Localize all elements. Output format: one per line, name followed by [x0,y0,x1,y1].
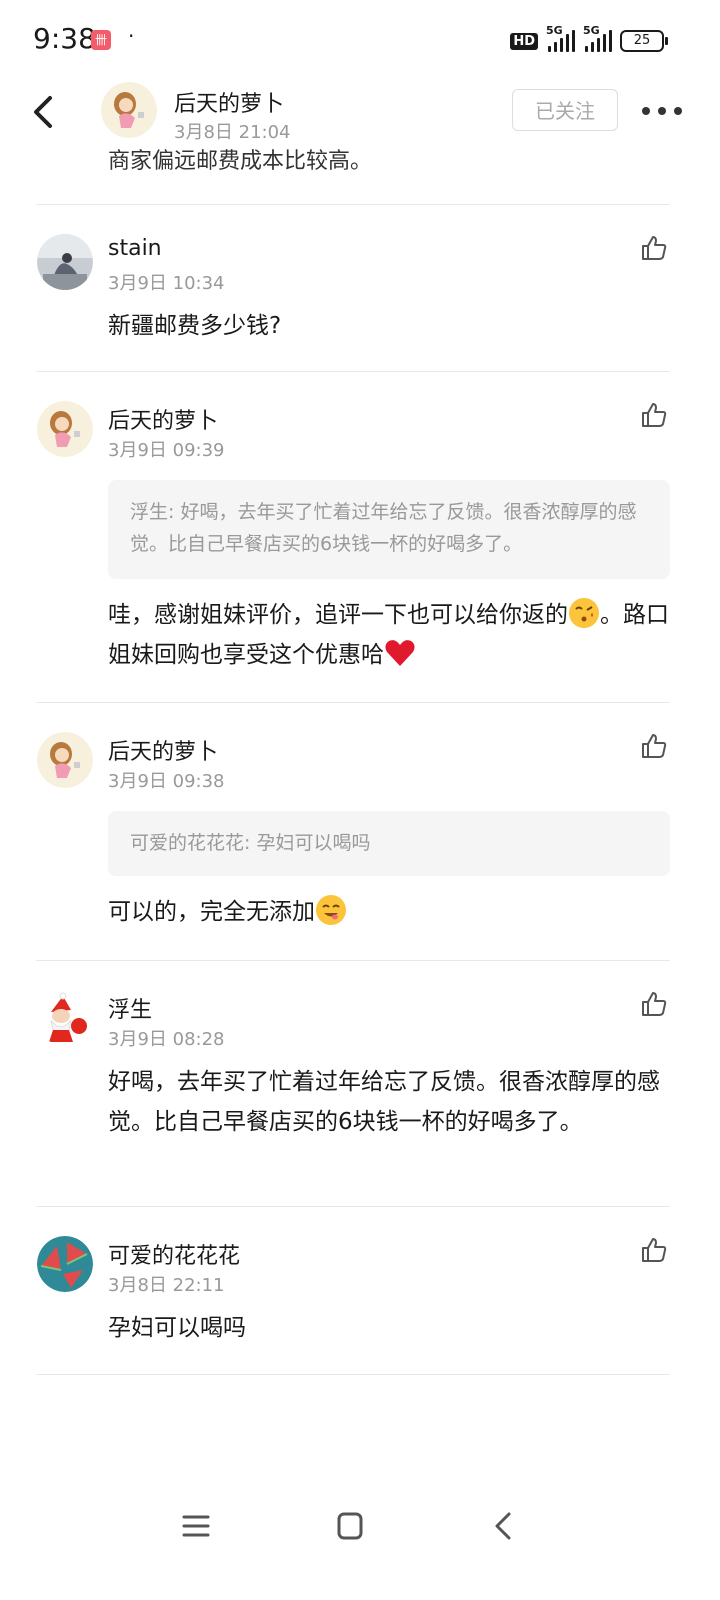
commenter-name[interactable]: 后天的萝卜 [108,734,218,766]
comment-text: 新疆邮费多少钱? [108,313,282,339]
commenter-name[interactable]: stain [108,236,162,261]
author-name[interactable]: 后天的萝卜 [174,86,284,118]
comment-time: 3月9日 09:38 [108,771,225,792]
quoted-reply: 浮生: 好喝，去年买了忙着过年给忘了反馈。很香浓醇厚的感觉。比自己早餐店买的6块… [108,480,670,579]
divider [36,204,670,205]
comment-time: 3月9日 08:28 [108,1029,225,1050]
signal-sim1-icon: 5G [546,24,575,52]
commenter-avatar[interactable] [37,1236,93,1292]
back-chevron-icon [495,1512,511,1540]
notification-app-icon: 卌 [91,30,111,50]
sim2-network-label: 5G [583,24,600,37]
menu-icon [182,1515,210,1537]
signal-sim2-icon: 5G [583,24,612,52]
divider [36,960,670,961]
commenter-avatar[interactable] [37,401,93,457]
divider [36,371,670,372]
nav-menu-button[interactable] [176,1506,216,1546]
red-heart-icon [385,640,415,666]
status-bar: 9:38 卌 · HD 5G 5G 25 [0,0,720,78]
more-dots-icon [642,107,650,115]
thumbs-up-icon[interactable] [640,234,668,262]
commenter-name[interactable]: 可爱的花花花 [108,1238,240,1270]
status-time: 9:38 [33,22,96,55]
quoted-reply: 可爱的花花花: 孕妇可以喝吗 [108,811,670,876]
system-nav-bar [0,1490,720,1560]
kiss-emoji-icon [569,598,599,628]
commenter-name[interactable]: 后天的萝卜 [108,403,218,435]
follow-button[interactable]: 已关注 [512,89,618,131]
thumbs-up-icon[interactable] [640,732,668,760]
sim1-network-label: 5G [546,24,563,37]
hd-voice-icon: HD [510,32,538,50]
commenter-name[interactable]: 浮生 [108,992,152,1024]
comment-time: 3月8日 22:11 [108,1275,225,1296]
commenter-avatar[interactable] [37,990,93,1046]
comment-text-part: 哇，感谢姐妹评价，追评一下也可以给你返的 [108,602,568,628]
comment-time: 3月9日 10:34 [108,273,225,294]
post-header: 后天的萝卜 3月8日 21:04 已关注 [0,78,720,148]
divider [36,1374,670,1375]
comment-text: 哇，感谢姐妹评价，追评一下也可以给你返的 。路口姐妹回购也享受这个优惠哈 [108,595,674,675]
home-square-icon [337,1512,363,1540]
yum-emoji-icon [316,895,346,925]
post-date: 3月8日 21:04 [174,122,291,143]
commenter-avatar[interactable] [37,732,93,788]
divider [36,702,670,703]
divider [36,1206,670,1207]
thumbs-up-icon[interactable] [640,990,668,1018]
notification-dot: · [128,24,135,48]
comment-text-part: 可以的，完全无添加 [108,899,315,925]
comment-time: 3月9日 09:39 [108,440,225,461]
battery-icon: 25 [620,30,668,52]
nav-back-button[interactable] [484,1506,524,1546]
chevron-left-icon [34,96,52,128]
thumbs-up-icon[interactable] [640,1236,668,1264]
status-indicators: HD 5G 5G 25 [510,24,668,54]
comment-text: 孕妇可以喝吗 [108,1315,246,1341]
nav-home-button[interactable] [330,1506,370,1546]
comment-text: 好喝，去年买了忙着过年给忘了反馈。很香浓醇厚的感觉。比自己早餐店买的6块钱一杯的… [108,1069,660,1135]
thumbs-up-icon[interactable] [640,401,668,429]
comment-text: 可以的，完全无添加 [108,892,674,932]
more-button[interactable] [642,104,682,118]
commenter-avatar[interactable] [37,234,93,290]
back-button[interactable] [28,92,62,132]
author-avatar[interactable] [101,82,157,138]
